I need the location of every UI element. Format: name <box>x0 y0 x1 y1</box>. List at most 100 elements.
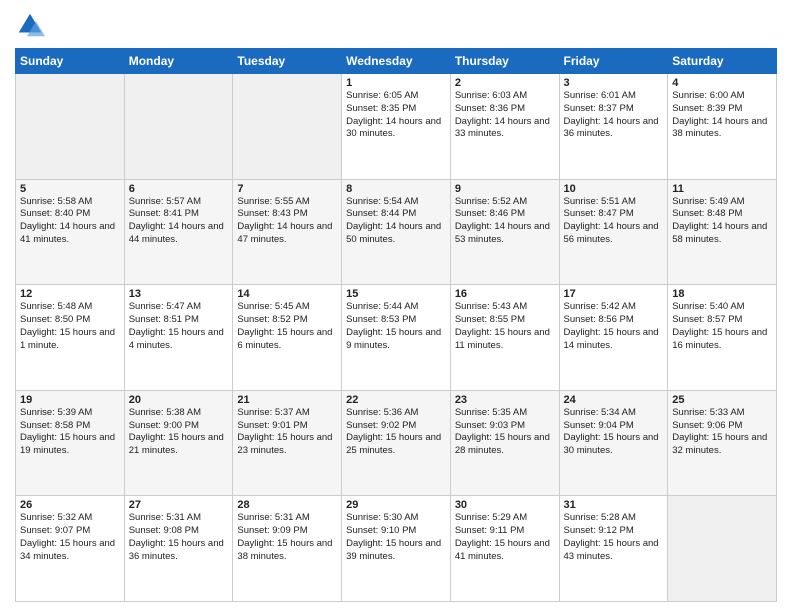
day-info: Daylight: 15 hours and 16 minutes. <box>672 327 772 353</box>
day-info: Sunset: 8:50 PM <box>20 314 120 327</box>
col-header-monday: Monday <box>124 49 233 74</box>
day-info: Daylight: 15 hours and 28 minutes. <box>455 432 555 458</box>
calendar-day-cell: 28Sunrise: 5:31 AMSunset: 9:09 PMDayligh… <box>233 496 342 602</box>
day-number: 5 <box>20 183 120 195</box>
day-info: Sunset: 9:03 PM <box>455 420 555 433</box>
day-info: Sunset: 8:46 PM <box>455 208 555 221</box>
day-info: Sunrise: 5:35 AM <box>455 407 555 420</box>
calendar-day-cell: 30Sunrise: 5:29 AMSunset: 9:11 PMDayligh… <box>450 496 559 602</box>
day-info: Daylight: 15 hours and 36 minutes. <box>129 538 229 564</box>
day-info: Daylight: 15 hours and 19 minutes. <box>20 432 120 458</box>
day-info: Sunset: 8:51 PM <box>129 314 229 327</box>
calendar-day-cell: 20Sunrise: 5:38 AMSunset: 9:00 PMDayligh… <box>124 390 233 496</box>
calendar-day-cell: 9Sunrise: 5:52 AMSunset: 8:46 PMDaylight… <box>450 179 559 285</box>
day-info: Sunset: 8:41 PM <box>129 208 229 221</box>
day-info: Sunrise: 6:01 AM <box>564 90 664 103</box>
day-number: 3 <box>564 77 664 89</box>
day-number: 2 <box>455 77 555 89</box>
calendar-day-cell: 31Sunrise: 5:28 AMSunset: 9:12 PMDayligh… <box>559 496 668 602</box>
day-info: Daylight: 15 hours and 41 minutes. <box>455 538 555 564</box>
calendar-week-row: 26Sunrise: 5:32 AMSunset: 9:07 PMDayligh… <box>16 496 777 602</box>
day-info: Sunset: 9:11 PM <box>455 525 555 538</box>
calendar-week-row: 5Sunrise: 5:58 AMSunset: 8:40 PMDaylight… <box>16 179 777 285</box>
day-info: Sunset: 9:00 PM <box>129 420 229 433</box>
day-info: Daylight: 14 hours and 30 minutes. <box>346 116 446 142</box>
col-header-saturday: Saturday <box>668 49 777 74</box>
day-info: Daylight: 14 hours and 56 minutes. <box>564 221 664 247</box>
day-info: Daylight: 14 hours and 44 minutes. <box>129 221 229 247</box>
day-info: Sunset: 9:08 PM <box>129 525 229 538</box>
day-info: Sunset: 9:07 PM <box>20 525 120 538</box>
day-info: Sunrise: 5:30 AM <box>346 512 446 525</box>
day-info: Sunrise: 5:32 AM <box>20 512 120 525</box>
day-info: Sunset: 8:36 PM <box>455 103 555 116</box>
day-info: Daylight: 14 hours and 47 minutes. <box>237 221 337 247</box>
day-info: Sunset: 8:39 PM <box>672 103 772 116</box>
calendar-day-cell: 27Sunrise: 5:31 AMSunset: 9:08 PMDayligh… <box>124 496 233 602</box>
day-info: Sunrise: 6:05 AM <box>346 90 446 103</box>
day-number: 9 <box>455 183 555 195</box>
day-info: Sunrise: 5:52 AM <box>455 196 555 209</box>
day-info: Daylight: 14 hours and 53 minutes. <box>455 221 555 247</box>
day-number: 27 <box>129 499 229 511</box>
day-info: Sunrise: 5:57 AM <box>129 196 229 209</box>
day-info: Sunset: 8:55 PM <box>455 314 555 327</box>
calendar-day-cell: 5Sunrise: 5:58 AMSunset: 8:40 PMDaylight… <box>16 179 125 285</box>
calendar-day-cell: 4Sunrise: 6:00 AMSunset: 8:39 PMDaylight… <box>668 74 777 180</box>
calendar-week-row: 1Sunrise: 6:05 AMSunset: 8:35 PMDaylight… <box>16 74 777 180</box>
day-info: Daylight: 15 hours and 43 minutes. <box>564 538 664 564</box>
day-info: Sunrise: 5:28 AM <box>564 512 664 525</box>
calendar-day-cell: 21Sunrise: 5:37 AMSunset: 9:01 PMDayligh… <box>233 390 342 496</box>
day-info: Sunrise: 5:33 AM <box>672 407 772 420</box>
logo <box>15 10 49 40</box>
calendar-day-cell: 16Sunrise: 5:43 AMSunset: 8:55 PMDayligh… <box>450 285 559 391</box>
day-info: Sunrise: 5:42 AM <box>564 301 664 314</box>
day-info: Sunset: 9:02 PM <box>346 420 446 433</box>
day-info: Sunset: 9:09 PM <box>237 525 337 538</box>
day-info: Daylight: 15 hours and 32 minutes. <box>672 432 772 458</box>
day-info: Daylight: 15 hours and 9 minutes. <box>346 327 446 353</box>
calendar-day-cell: 2Sunrise: 6:03 AMSunset: 8:36 PMDaylight… <box>450 74 559 180</box>
day-number: 18 <box>672 288 772 300</box>
day-info: Sunset: 8:57 PM <box>672 314 772 327</box>
day-number: 12 <box>20 288 120 300</box>
day-number: 25 <box>672 394 772 406</box>
day-number: 19 <box>20 394 120 406</box>
calendar-day-cell <box>668 496 777 602</box>
day-info: Daylight: 15 hours and 11 minutes. <box>455 327 555 353</box>
day-number: 4 <box>672 77 772 89</box>
calendar-day-cell: 25Sunrise: 5:33 AMSunset: 9:06 PMDayligh… <box>668 390 777 496</box>
calendar-day-cell: 19Sunrise: 5:39 AMSunset: 8:58 PMDayligh… <box>16 390 125 496</box>
day-number: 15 <box>346 288 446 300</box>
calendar-day-cell: 11Sunrise: 5:49 AMSunset: 8:48 PMDayligh… <box>668 179 777 285</box>
day-info: Sunset: 8:35 PM <box>346 103 446 116</box>
day-number: 10 <box>564 183 664 195</box>
day-info: Daylight: 15 hours and 6 minutes. <box>237 327 337 353</box>
day-info: Sunset: 8:44 PM <box>346 208 446 221</box>
calendar-day-cell: 22Sunrise: 5:36 AMSunset: 9:02 PMDayligh… <box>342 390 451 496</box>
calendar-day-cell <box>16 74 125 180</box>
day-info: Sunrise: 5:55 AM <box>237 196 337 209</box>
day-info: Daylight: 15 hours and 21 minutes. <box>129 432 229 458</box>
day-info: Daylight: 15 hours and 39 minutes. <box>346 538 446 564</box>
calendar-day-cell: 29Sunrise: 5:30 AMSunset: 9:10 PMDayligh… <box>342 496 451 602</box>
calendar-week-row: 12Sunrise: 5:48 AMSunset: 8:50 PMDayligh… <box>16 285 777 391</box>
day-info: Daylight: 15 hours and 1 minute. <box>20 327 120 353</box>
calendar-day-cell: 7Sunrise: 5:55 AMSunset: 8:43 PMDaylight… <box>233 179 342 285</box>
calendar-day-cell: 18Sunrise: 5:40 AMSunset: 8:57 PMDayligh… <box>668 285 777 391</box>
day-info: Sunset: 9:06 PM <box>672 420 772 433</box>
day-info: Daylight: 14 hours and 36 minutes. <box>564 116 664 142</box>
day-number: 16 <box>455 288 555 300</box>
calendar-day-cell: 15Sunrise: 5:44 AMSunset: 8:53 PMDayligh… <box>342 285 451 391</box>
calendar-day-cell: 14Sunrise: 5:45 AMSunset: 8:52 PMDayligh… <box>233 285 342 391</box>
calendar-day-cell: 1Sunrise: 6:05 AMSunset: 8:35 PMDaylight… <box>342 74 451 180</box>
calendar-week-row: 19Sunrise: 5:39 AMSunset: 8:58 PMDayligh… <box>16 390 777 496</box>
day-info: Sunset: 8:52 PM <box>237 314 337 327</box>
day-number: 1 <box>346 77 446 89</box>
day-info: Sunrise: 5:40 AM <box>672 301 772 314</box>
day-info: Sunrise: 5:34 AM <box>564 407 664 420</box>
day-info: Daylight: 15 hours and 4 minutes. <box>129 327 229 353</box>
calendar-day-cell: 23Sunrise: 5:35 AMSunset: 9:03 PMDayligh… <box>450 390 559 496</box>
day-info: Sunrise: 5:37 AM <box>237 407 337 420</box>
calendar-day-cell: 3Sunrise: 6:01 AMSunset: 8:37 PMDaylight… <box>559 74 668 180</box>
